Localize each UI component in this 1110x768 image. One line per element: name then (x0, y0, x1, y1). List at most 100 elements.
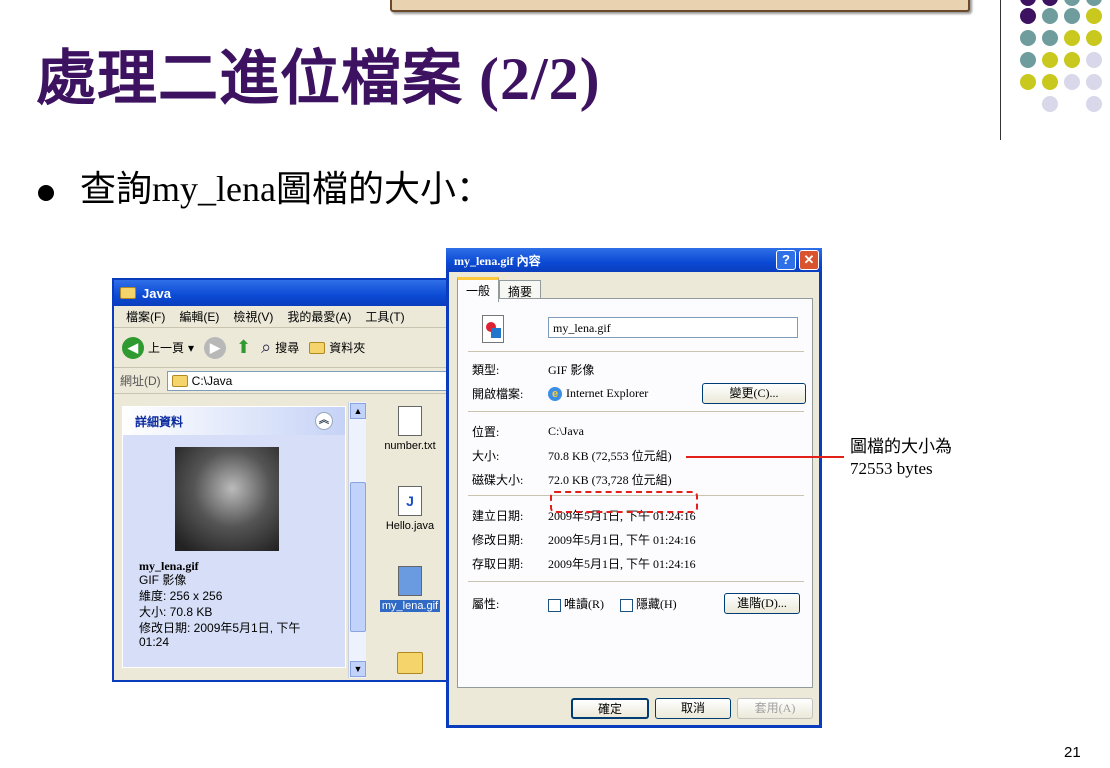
top-decoration-bar (390, 0, 970, 12)
details-filename: my_lena.gif (139, 559, 199, 573)
explorer-title-bar[interactable]: Java (114, 280, 450, 306)
address-label: 網址(D) (120, 374, 161, 388)
image-thumbnail (175, 447, 279, 551)
opens-with-row: 開啟檔案: e Internet Explorer (472, 385, 648, 402)
close-icon[interactable]: ✕ (799, 250, 819, 270)
menu-tools[interactable]: 工具(T) (365, 308, 404, 325)
details-header-label: 詳細資料 (135, 414, 184, 429)
dialog-title-bar[interactable]: my_lena.gif 內容 ? ✕ (446, 248, 822, 272)
search-label: 搜尋 (275, 341, 300, 355)
search-icon: ⌕ (261, 337, 272, 357)
details-dimensions: 維度: 256 x 256 (139, 589, 223, 603)
advanced-button[interactable]: 進階(D)... (724, 593, 800, 614)
details-header[interactable]: 詳細資料 ︽ (123, 407, 345, 435)
back-dropdown-icon[interactable]: ▾ (188, 341, 194, 355)
type-row: 類型: GIF 影像 (472, 361, 594, 378)
hidden-checkbox-box[interactable] (620, 598, 633, 612)
size-row: 大小: 70.8 KB (72,553 位元組) (472, 447, 672, 464)
help-icon[interactable]: ? (776, 250, 796, 270)
details-size: 大小: 70.8 KB (139, 605, 213, 619)
size-label: 大小: (472, 449, 500, 463)
folders-label: 資料夾 (329, 341, 366, 355)
explorer-title: Java (142, 285, 171, 301)
opens-value: Internet Explorer (566, 386, 649, 400)
apply-button[interactable]: 套用(A) (737, 698, 813, 719)
cancel-button[interactable]: 取消 (655, 698, 731, 719)
dot-grid-decoration (1016, 0, 1110, 120)
menu-file[interactable]: 檔案(F) (126, 308, 165, 325)
scroll-up-icon[interactable]: ▲ (350, 403, 366, 419)
accessed-label: 存取日期: (472, 557, 524, 571)
divider (468, 351, 804, 352)
folder-item[interactable] (370, 652, 450, 677)
callout-connector (686, 456, 844, 458)
hidden-checkbox[interactable]: 隱藏(H) (620, 595, 677, 612)
details-type: GIF 影像 (139, 573, 187, 587)
folder-icon (397, 652, 423, 674)
details-panel: 詳細資料 ︽ my_lena.gif GIF 影像 維度: 256 x 256 … (122, 406, 346, 668)
readonly-checkbox[interactable]: 唯讀(R) (548, 595, 604, 612)
scroll-thumb[interactable] (350, 482, 366, 632)
ok-button[interactable]: 確定 (571, 698, 649, 719)
address-bar: 網址(D) C:\Java (114, 368, 450, 394)
callout-line-2: 72553 bytes (850, 459, 933, 478)
vertical-scrollbar[interactable]: ▲ ▼ (348, 402, 366, 678)
readonly-label: 唯讀(R) (564, 597, 604, 611)
modified-label: 修改日期: (472, 533, 524, 547)
dialog-title: my_lena.gif 內容 (454, 253, 541, 268)
up-folder-icon[interactable]: ⬆ (236, 337, 251, 358)
attributes-label: 屬性: (472, 597, 500, 611)
callout-line-1: 圖檔的大小為 (850, 437, 952, 456)
internet-explorer-icon: e (548, 386, 562, 401)
search-button[interactable]: ⌕ 搜尋 (261, 337, 299, 358)
menu-favorites[interactable]: 我的最愛(A) (287, 308, 351, 325)
decoration-divider (1000, 0, 1001, 140)
file-item[interactable]: J Hello.java (370, 486, 450, 532)
change-button[interactable]: 變更(C)... (702, 383, 806, 404)
text-file-icon (398, 406, 422, 436)
created-label: 建立日期: (472, 509, 524, 523)
bullet-item: 查詢my_lena圖檔的大小： (38, 160, 492, 212)
bullet-dot-icon (38, 184, 54, 201)
address-input[interactable]: C:\Java (166, 370, 447, 391)
modified-row: 修改日期: 2009年5月1日, 下午 01:24:16 (472, 531, 696, 548)
gif-file-icon (398, 566, 422, 596)
location-label: 位置: (472, 425, 500, 439)
address-value: C:\Java (191, 373, 233, 388)
general-panel: my_lena.gif 類型: GIF 影像 開啟檔案: e Internet … (457, 298, 813, 688)
size-highlight-box (550, 491, 698, 513)
back-button[interactable]: ◀ 上一頁 ▾ (122, 336, 194, 359)
file-item-selected[interactable]: my_lena.gif (370, 566, 450, 612)
scroll-down-icon[interactable]: ▼ (350, 661, 366, 677)
file-name: Hello.java (385, 520, 435, 532)
attributes-row: 屬性: 唯讀(R) 隱藏(H) (472, 595, 677, 612)
hidden-label: 隱藏(H) (636, 597, 677, 611)
file-name: my_lena.gif (379, 600, 441, 612)
disk-size-row: 磁碟大小: 72.0 KB (73,728 位元組) (472, 471, 672, 488)
menu-view[interactable]: 檢視(V) (233, 308, 273, 325)
file-name: number.txt (384, 440, 436, 452)
disk-size-label: 磁碟大小: (472, 473, 524, 487)
details-modified: 修改日期: 2009年5月1日, 下午 01:24 (139, 621, 301, 649)
filename-input[interactable]: my_lena.gif (548, 317, 798, 338)
readonly-checkbox-box[interactable] (548, 598, 561, 612)
location-row: 位置: C:\Java (472, 423, 584, 440)
collapse-chevron-icon[interactable]: ︽ (315, 412, 333, 430)
tab-general[interactable]: 一般 (457, 277, 500, 302)
page-number: 21 (1064, 744, 1081, 761)
folders-icon (309, 341, 326, 354)
forward-button[interactable]: ▶ (204, 336, 227, 359)
gif-file-icon (482, 315, 504, 343)
file-item[interactable]: number.txt (370, 406, 450, 452)
menu-edit[interactable]: 編輯(E) (179, 308, 219, 325)
folders-button[interactable]: 資料夾 (309, 339, 365, 356)
disk-size-value: 72.0 KB (73,728 位元組) (548, 473, 672, 487)
explorer-menu-bar: 檔案(F) 編輯(E) 檢視(V) 我的最愛(A) 工具(T) (114, 306, 450, 328)
accessed-row: 存取日期: 2009年5月1日, 下午 01:24:16 (472, 555, 696, 572)
accessed-value: 2009年5月1日, 下午 01:24:16 (548, 557, 696, 571)
callout-annotation: 圖檔的大小為 72553 bytes (850, 436, 952, 480)
divider (468, 411, 804, 412)
modified-value: 2009年5月1日, 下午 01:24:16 (548, 533, 696, 547)
divider (468, 581, 804, 582)
details-text: my_lena.gif GIF 影像 維度: 256 x 256 大小: 70.… (139, 559, 319, 649)
